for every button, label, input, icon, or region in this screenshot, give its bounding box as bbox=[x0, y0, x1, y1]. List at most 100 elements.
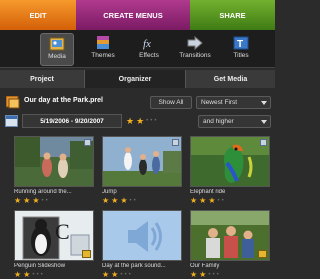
show-all-label: Show All bbox=[158, 99, 184, 106]
star-empty-icon[interactable]: • bbox=[146, 117, 148, 126]
media-rating[interactable]: ★ ★ ★ • • bbox=[14, 197, 48, 205]
titles-button[interactable]: T Titles bbox=[224, 33, 258, 66]
media-rating[interactable]: ★ ★ • • • bbox=[102, 271, 131, 279]
catalog-title: Our day at the Park.prel bbox=[24, 97, 103, 104]
star-filled-icon[interactable]: ★ bbox=[120, 197, 127, 205]
jump-photo bbox=[103, 137, 181, 186]
video-badge-icon bbox=[260, 139, 267, 146]
svg-text:T: T bbox=[237, 39, 243, 50]
tab-create-menus[interactable]: CREATE MENUS bbox=[76, 0, 190, 30]
rating-qualifier-dropdown[interactable]: and higher bbox=[198, 115, 271, 128]
star-filled-icon[interactable]: ★ bbox=[190, 197, 197, 205]
media-thumbnail[interactable] bbox=[102, 210, 182, 261]
tab-share[interactable]: SHARE bbox=[190, 0, 275, 30]
date-range-value: 5/19/2006 - 9/20/2007 bbox=[40, 117, 104, 125]
star-empty-icon[interactable]: • bbox=[42, 197, 44, 205]
star-filled-icon[interactable]: ★ bbox=[136, 117, 144, 126]
tab-project[interactable]: Project bbox=[0, 70, 85, 88]
chevron-down-icon bbox=[261, 101, 267, 105]
star-filled-icon[interactable]: ★ bbox=[111, 271, 118, 279]
titles-icon: T bbox=[233, 36, 249, 50]
star-filled-icon[interactable]: ★ bbox=[199, 271, 206, 279]
tab-edit[interactable]: EDIT bbox=[0, 0, 76, 30]
media-thumbnail[interactable] bbox=[190, 210, 270, 261]
speaker-icon bbox=[103, 211, 181, 260]
media-rating[interactable]: ★ ★ • • • bbox=[190, 271, 219, 279]
star-filled-icon[interactable]: ★ bbox=[23, 271, 30, 279]
media-thumbnail[interactable]: C bbox=[14, 210, 94, 261]
star-filled-icon[interactable]: ★ bbox=[111, 197, 118, 205]
star-empty-icon[interactable]: • bbox=[46, 197, 48, 205]
star-empty-icon[interactable]: • bbox=[218, 197, 220, 205]
rating-qualifier-value: and higher bbox=[203, 118, 234, 125]
star-filled-icon[interactable]: ★ bbox=[190, 271, 197, 279]
star-filled-icon[interactable]: ★ bbox=[208, 197, 215, 205]
media-label: Media bbox=[48, 53, 66, 60]
media-thumbnail[interactable] bbox=[14, 136, 94, 187]
star-empty-icon[interactable]: • bbox=[150, 117, 152, 126]
effects-label: Effects bbox=[139, 52, 159, 59]
tab-get-media[interactable]: Get Media bbox=[185, 70, 275, 88]
star-empty-icon[interactable]: • bbox=[129, 271, 131, 279]
media-caption: Running around the... bbox=[14, 189, 72, 195]
star-empty-icon[interactable]: • bbox=[130, 197, 132, 205]
rating-filter[interactable]: ★ ★ • • • bbox=[126, 117, 156, 126]
media-rating[interactable]: ★ ★ ★ • • bbox=[190, 197, 224, 205]
star-filled-icon[interactable]: ★ bbox=[14, 271, 21, 279]
star-filled-icon[interactable]: ★ bbox=[32, 197, 39, 205]
star-empty-icon[interactable]: • bbox=[212, 271, 214, 279]
media-caption: Day at the park sound... bbox=[102, 263, 166, 269]
titles-label: Titles bbox=[233, 52, 249, 59]
catalog-row: Our day at the Park.prel Show All Newest… bbox=[0, 93, 275, 111]
star-filled-icon[interactable]: ★ bbox=[102, 197, 109, 205]
svg-text:fx: fx bbox=[143, 38, 151, 50]
media-caption: Our Family bbox=[190, 263, 220, 269]
star-filled-icon[interactable]: ★ bbox=[23, 197, 30, 205]
video-badge-icon bbox=[84, 139, 91, 146]
running-photo bbox=[15, 137, 93, 186]
chevron-down-icon bbox=[261, 120, 267, 124]
panel-subtabs: Project Organizer Get Media bbox=[0, 70, 275, 88]
star-empty-icon[interactable]: • bbox=[120, 271, 122, 279]
slideshow-badge-icon bbox=[258, 250, 267, 258]
star-empty-icon[interactable]: • bbox=[217, 271, 219, 279]
media-caption: Penguin Slideshow bbox=[14, 263, 66, 269]
catalog-icon bbox=[6, 96, 20, 109]
transitions-icon bbox=[187, 35, 203, 51]
effects-button[interactable]: fx Effects bbox=[132, 33, 166, 66]
tab-organizer[interactable]: Organizer bbox=[85, 70, 185, 88]
star-empty-icon[interactable]: • bbox=[222, 197, 224, 205]
themes-label: Themes bbox=[91, 52, 115, 59]
filter-row: 5/19/2006 - 9/20/2007 ★ ★ • • • and higher bbox=[0, 113, 275, 131]
media-button[interactable]: Media bbox=[40, 33, 74, 66]
star-filled-icon[interactable]: ★ bbox=[102, 271, 109, 279]
sort-value: Newest First bbox=[201, 99, 238, 106]
star-empty-icon[interactable]: • bbox=[134, 197, 136, 205]
star-empty-icon[interactable]: • bbox=[41, 271, 43, 279]
calendar-icon[interactable] bbox=[5, 115, 18, 127]
sort-dropdown[interactable]: Newest First bbox=[196, 96, 271, 109]
star-filled-icon[interactable]: ★ bbox=[199, 197, 206, 205]
star-empty-icon[interactable]: • bbox=[208, 271, 210, 279]
workspace-tabs: EDIT CREATE MENUS SHARE bbox=[0, 0, 275, 30]
star-empty-icon[interactable]: • bbox=[154, 117, 156, 126]
date-range-field[interactable]: 5/19/2006 - 9/20/2007 bbox=[22, 114, 122, 128]
media-caption: Elephant ride bbox=[190, 189, 226, 195]
media-icon bbox=[49, 37, 65, 51]
star-empty-icon[interactable]: • bbox=[32, 271, 34, 279]
show-all-button[interactable]: Show All bbox=[150, 96, 192, 109]
transitions-label: Transitions bbox=[179, 52, 211, 59]
star-empty-icon[interactable]: • bbox=[36, 271, 38, 279]
transitions-button[interactable]: Transitions bbox=[178, 33, 212, 66]
media-thumbnail[interactable] bbox=[190, 136, 270, 187]
media-caption: Jump bbox=[102, 189, 117, 195]
svg-text:C: C bbox=[55, 219, 70, 244]
star-filled-icon[interactable]: ★ bbox=[14, 197, 21, 205]
media-rating[interactable]: ★ ★ • • • bbox=[14, 271, 43, 279]
star-empty-icon[interactable]: • bbox=[124, 271, 126, 279]
themes-button[interactable]: Themes bbox=[86, 33, 120, 66]
star-filled-icon[interactable]: ★ bbox=[126, 117, 134, 126]
video-badge-icon bbox=[172, 139, 179, 146]
media-thumbnail[interactable] bbox=[102, 136, 182, 187]
media-rating[interactable]: ★ ★ ★ • • bbox=[102, 197, 136, 205]
